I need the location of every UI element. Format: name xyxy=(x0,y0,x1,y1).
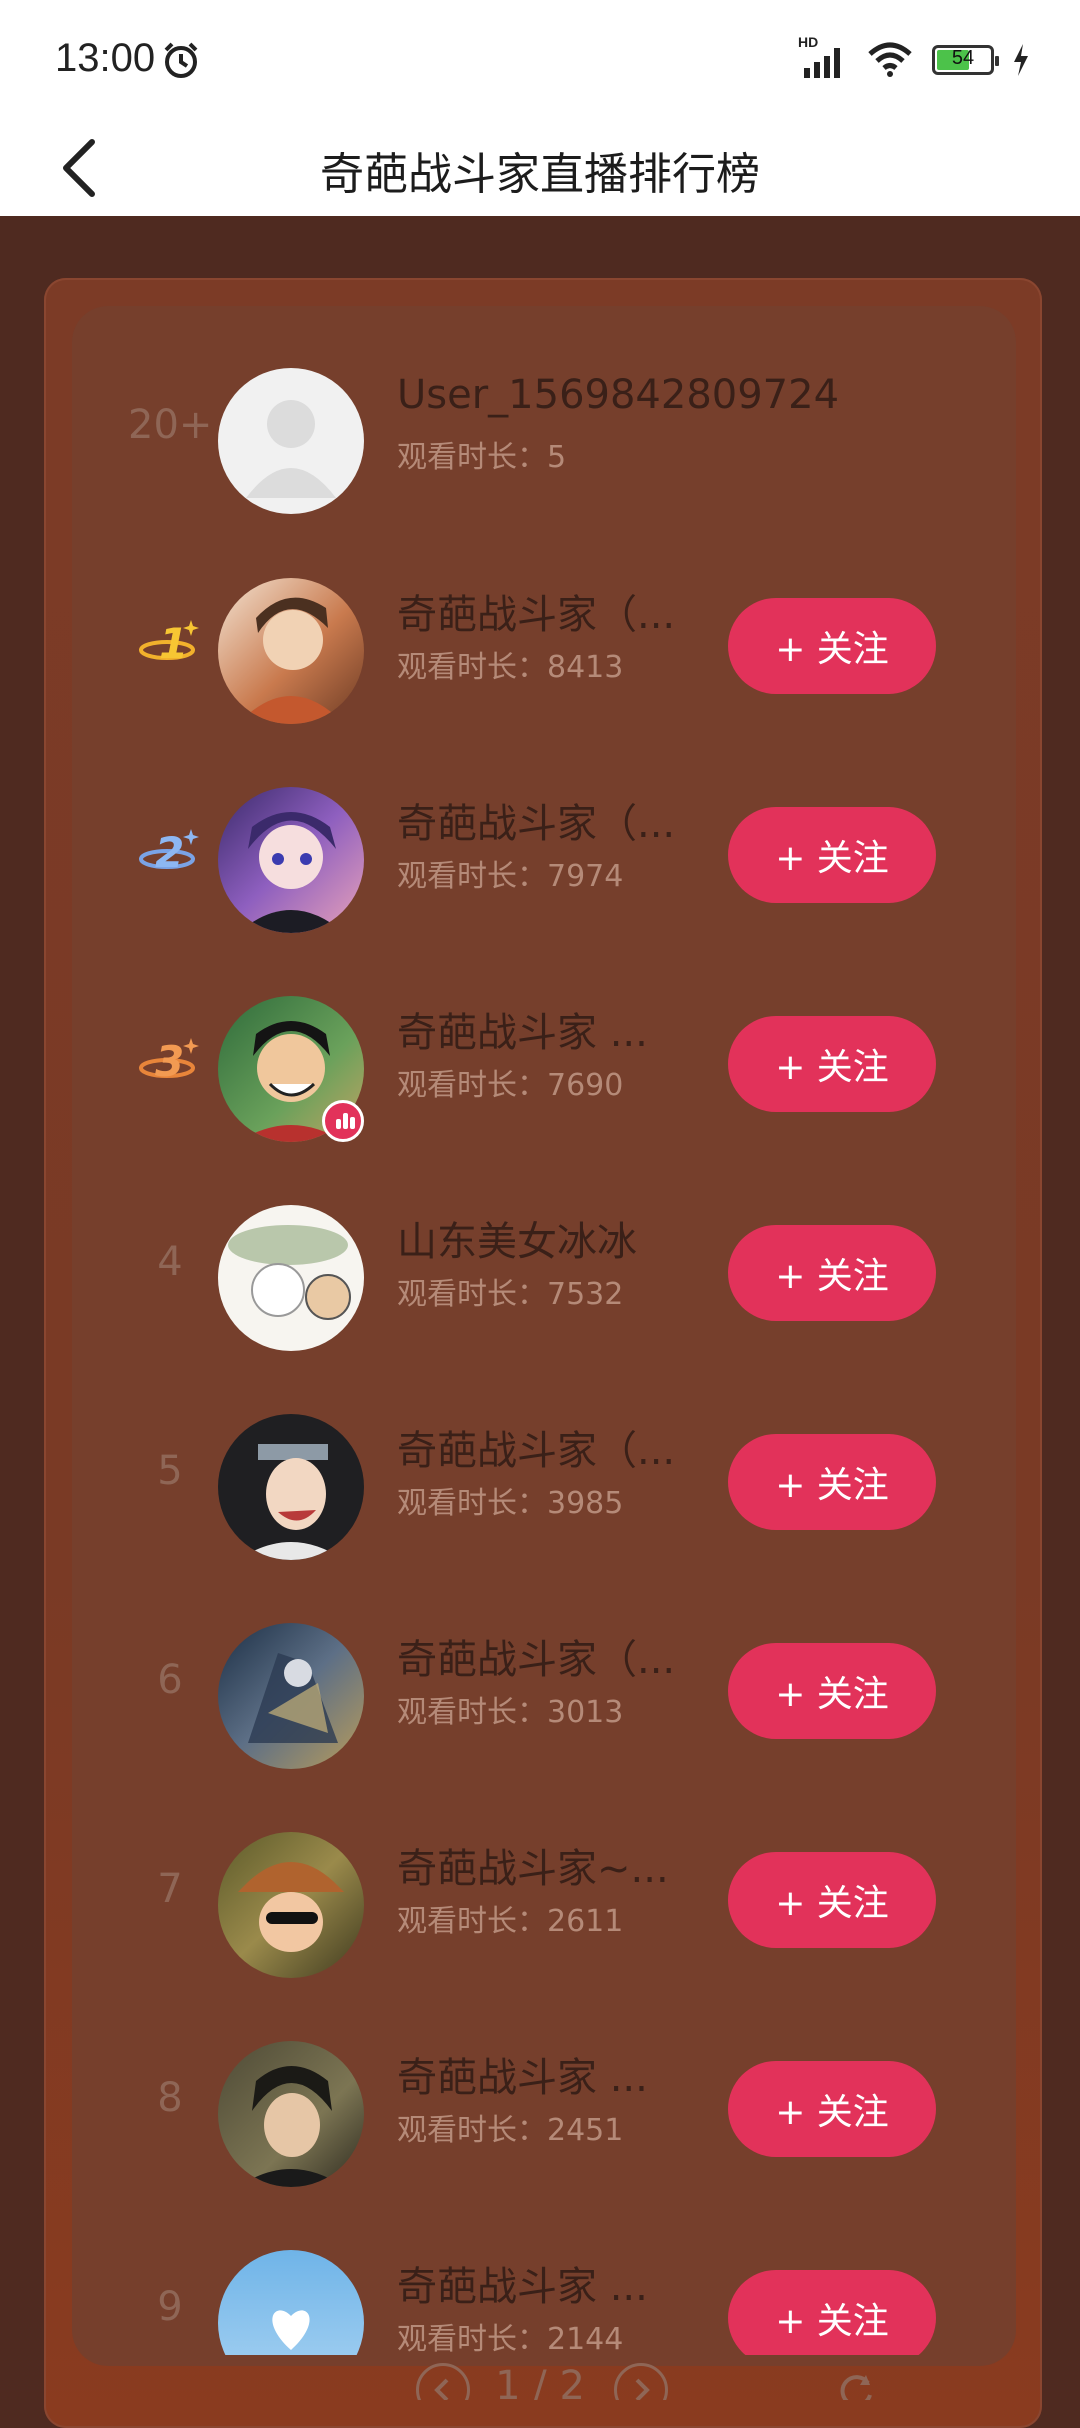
refresh-icon[interactable] xyxy=(832,2367,880,2400)
rank-number: 7 xyxy=(157,1866,183,1912)
rank-number: 5 xyxy=(157,1448,183,1494)
ranking-row: 8 奇葩战斗家 ... 观看时长：2451 + 关注 xyxy=(72,2017,1016,2217)
rank-2-medal-icon: 2 xyxy=(130,821,210,891)
avatar[interactable] xyxy=(218,1832,364,1978)
watch-duration: 观看时长：5 xyxy=(397,440,567,475)
follow-button[interactable]: + 关注 xyxy=(728,1016,936,1112)
svg-text:1: 1 xyxy=(159,619,188,668)
user-name: 奇葩战斗家（... xyxy=(397,1637,676,1683)
watch-duration: 观看时长：7532 xyxy=(397,1277,624,1312)
rank-number: 6 xyxy=(157,1657,183,1703)
avatar[interactable] xyxy=(218,1205,364,1351)
status-time: 13:00 xyxy=(55,36,156,80)
page-title: 奇葩战斗家直播排行榜 xyxy=(320,149,760,200)
ranking-row: 6 奇葩战斗家（... 观看时长：3013 + 关注 xyxy=(72,1599,1016,1799)
user-name: 奇葩战斗家~... xyxy=(397,1846,669,1892)
follow-button[interactable]: + 关注 xyxy=(728,598,936,694)
user-name: 山东美女冰冰 xyxy=(397,1219,637,1265)
follow-button[interactable]: + 关注 xyxy=(728,2061,936,2157)
network-type-label: HD xyxy=(798,34,819,50)
user-name: 奇葩战斗家（... xyxy=(397,592,676,638)
user-name: 奇葩战斗家（... xyxy=(397,801,676,847)
avatar[interactable] xyxy=(218,1414,364,1560)
ranking-row: 5 奇葩战斗家（... 观看时长：3985 + 关注 xyxy=(72,1390,1016,1590)
follow-button[interactable]: + 关注 xyxy=(728,1434,936,1530)
ranking-row: 7 奇葩战斗家~... 观看时长：2611 + 关注 xyxy=(72,1808,1016,2008)
avatar[interactable] xyxy=(218,368,364,514)
charging-icon xyxy=(1014,44,1028,76)
watch-duration: 观看时长：3013 xyxy=(397,1695,624,1730)
app-header: 奇葩战斗家直播排行榜 xyxy=(0,122,1080,216)
rank-number: 8 xyxy=(157,2075,183,2121)
avatar[interactable] xyxy=(218,787,364,933)
status-bar: 13:00 HD 54 xyxy=(0,0,1080,122)
my-rank-row: 20+ User_1569842809724 观看时长：5 xyxy=(72,344,1016,544)
battery-icon: 54 xyxy=(932,45,999,75)
user-name: 奇葩战斗家（... xyxy=(397,1428,676,1474)
watch-duration: 观看时长：2144 xyxy=(397,2322,624,2355)
ranking-row: 4 山东美女冰冰 观看时长：7532 + 关注 xyxy=(72,1181,1016,1381)
pagination: 1 / 2 xyxy=(0,2355,1080,2400)
rank-3-medal-icon: 3 xyxy=(130,1030,210,1100)
rank-number: 20+ xyxy=(128,402,213,448)
rank-number: 9 xyxy=(157,2284,183,2330)
battery-level: 54 xyxy=(951,47,975,69)
rank-1-medal-icon: 1 xyxy=(130,612,210,682)
svg-text:2: 2 xyxy=(155,828,184,877)
follow-button[interactable]: + 关注 xyxy=(728,2270,936,2355)
follow-button[interactable]: + 关注 xyxy=(728,1852,936,1948)
user-name: 奇葩战斗家 ... xyxy=(397,2264,648,2310)
cellular-signal-icon: HD xyxy=(798,34,848,78)
follow-button[interactable]: + 关注 xyxy=(728,807,936,903)
follow-button[interactable]: + 关注 xyxy=(728,1643,936,1739)
follow-button[interactable]: + 关注 xyxy=(728,1225,936,1321)
avatar[interactable] xyxy=(218,2250,364,2355)
watch-duration: 观看时长：2451 xyxy=(397,2113,624,2148)
wifi-icon xyxy=(868,42,912,77)
avatar[interactable] xyxy=(218,1623,364,1769)
watch-duration: 观看时长：7690 xyxy=(397,1068,624,1103)
user-name: 奇葩战斗家 ... xyxy=(397,1010,648,1056)
ranking-row: 2 奇葩战斗家（... 观看时长：7974 + 关注 xyxy=(72,763,1016,963)
svg-text:3: 3 xyxy=(155,1037,184,1086)
clip-container: 9 奇葩战斗家 ... 观看时长：2144 + 关注 xyxy=(0,2200,1080,2355)
ranking-row: 1 奇葩战斗家（... 观看时长：8413 + 关注 xyxy=(72,554,1016,754)
watch-duration: 观看时长：8413 xyxy=(397,650,624,685)
alarm-icon xyxy=(164,42,198,78)
live-indicator-icon xyxy=(322,1100,364,1142)
watch-duration: 观看时长：7974 xyxy=(397,859,624,894)
next-page-button[interactable] xyxy=(614,2363,668,2400)
user-name: User_1569842809724 xyxy=(397,372,840,418)
watch-duration: 观看时长：2611 xyxy=(397,1904,624,1939)
ranking-row: 9 奇葩战斗家 ... 观看时长：2144 + 关注 xyxy=(72,2226,1016,2355)
watch-duration: 观看时长：3985 xyxy=(397,1486,624,1521)
ranking-row: 3 奇葩战斗家 ... 观看时长：7690 + 关注 xyxy=(72,972,1016,1172)
avatar[interactable] xyxy=(218,2041,364,2187)
avatar[interactable] xyxy=(218,578,364,724)
rank-number: 4 xyxy=(157,1239,183,1285)
user-name: 奇葩战斗家 ... xyxy=(397,2055,648,2101)
page-indicator: 1 / 2 xyxy=(495,2363,585,2400)
